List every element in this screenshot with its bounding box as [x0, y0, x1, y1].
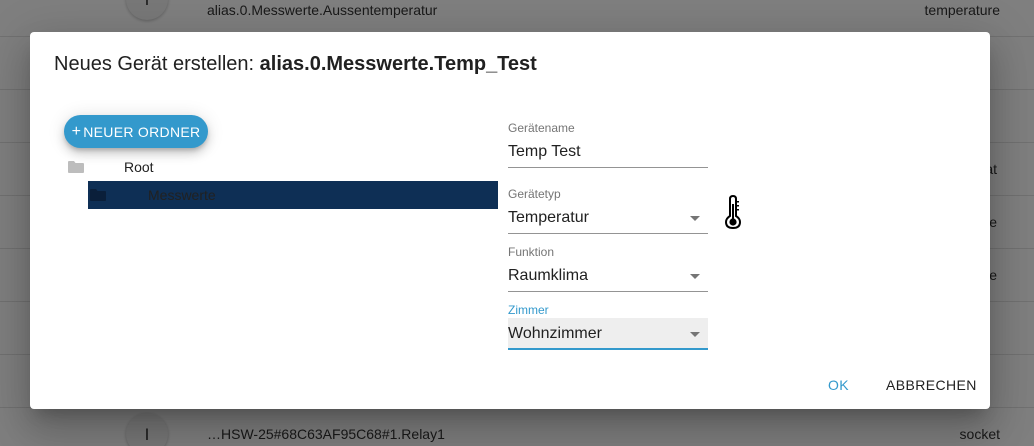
dialog-title-prefix: Neues Gerät erstellen:	[54, 53, 260, 75]
ok-button[interactable]: OK	[828, 377, 849, 393]
folder-icon	[68, 161, 84, 173]
field-underline	[508, 167, 708, 168]
function-select[interactable]: Funktion Raumklima	[508, 244, 708, 292]
device-name-label: Gerätename	[508, 121, 575, 135]
device-type-select[interactable]: Gerätetyp Temperatur	[508, 186, 708, 234]
device-name-input[interactable]: Temp Test	[508, 143, 581, 161]
cancel-button[interactable]: ABBRECHEN	[886, 377, 977, 393]
tree-item-messwerte[interactable]: Messwerte	[88, 181, 498, 209]
room-select[interactable]: Zimmer Wohnzimmer	[508, 302, 708, 352]
folder-icon	[90, 189, 106, 201]
thermometer-icon	[724, 195, 742, 229]
new-folder-button[interactable]: + NEUER ORDNER	[64, 115, 208, 148]
plus-icon: +	[71, 122, 82, 140]
field-underline	[508, 233, 708, 234]
chevron-down-icon[interactable]	[690, 332, 700, 337]
tree-item-label: Messwerte	[148, 187, 216, 203]
device-type-label: Gerätetyp	[508, 187, 561, 201]
tree-item-label: Root	[124, 159, 154, 175]
new-folder-label: NEUER ORDNER	[83, 123, 201, 140]
room-label: Zimmer	[508, 303, 549, 317]
room-value[interactable]: Wohnzimmer	[508, 325, 602, 343]
device-name-field[interactable]: Gerätename Temp Test	[508, 120, 708, 168]
field-underline-focused	[508, 348, 708, 350]
dialog-title: Neues Gerät erstellen: alias.0.Messwerte…	[54, 53, 537, 76]
dialog-title-id: alias.0.Messwerte.Temp_Test	[259, 53, 537, 75]
create-device-dialog: Neues Gerät erstellen: alias.0.Messwerte…	[30, 32, 990, 409]
field-underline	[508, 291, 708, 292]
tree-item-root[interactable]: Root	[66, 153, 498, 181]
chevron-down-icon[interactable]	[690, 216, 700, 221]
function-label: Funktion	[508, 245, 555, 259]
device-type-value[interactable]: Temperatur	[508, 209, 589, 227]
function-value[interactable]: Raumklima	[508, 267, 588, 285]
chevron-down-icon[interactable]	[690, 274, 700, 279]
